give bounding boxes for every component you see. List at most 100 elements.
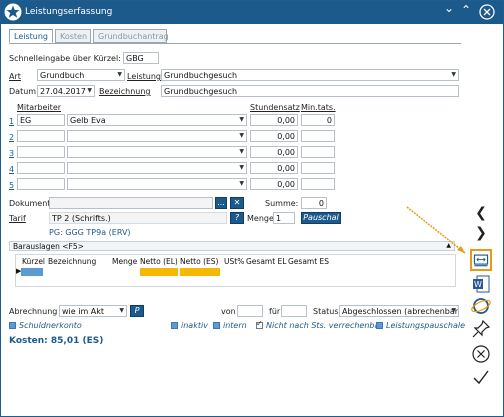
barauslagen-grid[interactable]: Kürzel Bezeichnung Menge Netto (EL) Nett… [15,254,456,287]
barauslagen-title: Barauslagen <F5> [13,242,84,251]
min-tats-input[interactable] [301,130,335,142]
art-label: Art [9,72,21,81]
inaktiv-label: inaktiv [181,321,208,330]
col-netto-el[interactable]: Netto (EL) [140,257,178,266]
screen-icon[interactable] [470,249,492,271]
schuldnerkonto-label: Schuldnerkonto [19,321,82,330]
mitarbeiter-select[interactable]: ▼ [67,130,247,142]
col-gesamt-es[interactable]: Gesamt ES [288,257,329,266]
mitarbeiter-select[interactable]: Gelb Eva ▼ [67,114,247,126]
stundensatz-input[interactable]: 0,00 [250,130,298,142]
intern-label: intern [223,321,247,330]
title-bar: Leistungserfassung ⌄ ⌃ [1,1,503,24]
cell-kuerzel[interactable] [21,268,43,276]
abrechnung-label: Abrechnung [9,307,58,316]
confirm-icon[interactable] [470,366,492,388]
row-number[interactable]: 1 [9,117,14,126]
tarif-label: Tarif [9,214,26,223]
stundensatz-input[interactable]: 0,00 [250,114,298,126]
intern-checkbox[interactable] [213,322,220,329]
dokument-label: Dokument [9,199,51,208]
tarif-info-button[interactable]: ? [230,212,244,224]
fuer-label: für [269,307,281,316]
checkmark-icon: ✓ [256,319,263,328]
chevron-up-icon[interactable]: ⌃ [458,3,474,19]
dokument-browse-button[interactable]: ... [215,197,227,209]
cell-netto-el[interactable] [140,268,178,276]
abrechnung-select[interactable]: wie im Akt ▼ [59,305,127,317]
summe-input[interactable]: 0 [301,197,327,209]
barauslagen-header[interactable]: Barauslagen <F5> ▲ [9,241,455,251]
tab-kosten[interactable]: Kosten [55,29,91,43]
kuerzel-input[interactable] [17,130,65,142]
close-icon[interactable] [479,4,495,20]
kuerzel-input[interactable] [17,178,65,190]
chevron-down-icon: ▼ [451,307,456,314]
kuerzel-input[interactable]: EG [17,114,65,126]
pauschal-button[interactable]: Pauschal [301,212,341,224]
grid-header: Kürzel Bezeichnung Menge Netto (EL) Nett… [16,255,455,267]
chevron-down-icon[interactable]: ⌄ [441,1,457,17]
bezeichnung-label: Bezeichnung [99,87,151,96]
col-bezeichnung[interactable]: Bezeichnung [48,257,96,266]
von-label: von [221,307,236,316]
mitarbeiter-select[interactable]: ▼ [67,162,247,174]
tab-leistung[interactable]: Leistung [9,29,53,43]
x-icon: ✕ [233,198,241,207]
ie-icon[interactable] [470,295,492,317]
window-title: Leistungserfassung [25,7,113,17]
status-select[interactable]: Abgeschlossen (abrechenbar) ▼ [339,305,459,317]
tab-grundbuchantrag[interactable]: Grundbuchantrag [93,29,169,43]
bezeichnung-input[interactable]: Grundbuchgesuch [161,85,459,97]
cancel-icon[interactable] [470,343,492,365]
col-kuerzel[interactable]: Kürzel [22,257,45,266]
kuerzel-input[interactable] [17,162,65,174]
row-number[interactable]: 4 [9,165,14,174]
col-netto-es[interactable]: Netto (ES) [180,257,218,266]
menge-input[interactable]: 1 [273,212,295,224]
summe-label: Summe: [265,199,299,208]
kosten-total: Kosten: 85,01 (ES) [9,336,104,346]
stundensatz-input[interactable]: 0,00 [250,162,298,174]
kuerzel-input[interactable] [17,146,65,158]
row-number[interactable]: 2 [9,133,14,142]
min-tats-input[interactable] [301,146,335,158]
main-content: Leistung Kosten Grundbuchantrag Schnelle… [3,25,465,411]
min-tats-input[interactable] [301,178,335,190]
chevron-down-icon: ▼ [117,71,122,78]
mitarbeiter-select[interactable]: ▼ [67,146,247,158]
prev-icon[interactable]: ❮ [470,205,492,227]
leistungspauschale-checkbox[interactable] [376,322,383,329]
min-tats-input[interactable]: 0 [301,114,335,126]
cell-netto-es[interactable] [180,268,220,276]
word-icon[interactable]: W [470,273,492,295]
mitarbeiter-select[interactable]: ▼ [67,178,247,190]
dokument-clear-button[interactable]: ✕ [230,197,244,209]
leistungspauschale-label: Leistungspauschale [386,321,466,330]
col-ust[interactable]: USt% [224,257,244,266]
von-input[interactable] [237,305,263,317]
row-number[interactable]: 3 [9,149,14,158]
dokument-input[interactable] [49,197,213,209]
p-button[interactable]: P [130,305,144,317]
next-icon[interactable]: ❯ [470,225,492,247]
art-select[interactable]: Grundbuch ▼ [37,69,125,81]
inaktiv-checkbox[interactable] [171,322,178,329]
stundensatz-input[interactable]: 0,00 [250,146,298,158]
stundensatz-input[interactable]: 0,00 [250,178,298,190]
tarif-input[interactable]: TP 2 (Schrifts.) [49,212,227,224]
schuldnerkonto-checkbox[interactable] [9,322,16,329]
col-menge[interactable]: Menge [112,257,137,266]
tab-divider [9,43,461,44]
chevron-down-icon: ▼ [451,71,456,78]
schnelleingabe-input[interactable]: GBG [123,52,159,64]
row-number[interactable]: 5 [9,181,14,190]
col-gesamt-el[interactable]: Gesamt EL [246,257,286,266]
fuer-input[interactable] [281,305,307,317]
min-tats-input[interactable] [301,162,335,174]
datum-input[interactable]: 27.04.2017 ▼ [37,85,95,97]
chevron-down-icon: ▼ [119,307,124,314]
pin-icon[interactable] [470,318,492,340]
leistung-select[interactable]: Grundbuchgesuch ▼ [161,69,459,81]
chevron-down-icon: ▼ [239,180,244,187]
